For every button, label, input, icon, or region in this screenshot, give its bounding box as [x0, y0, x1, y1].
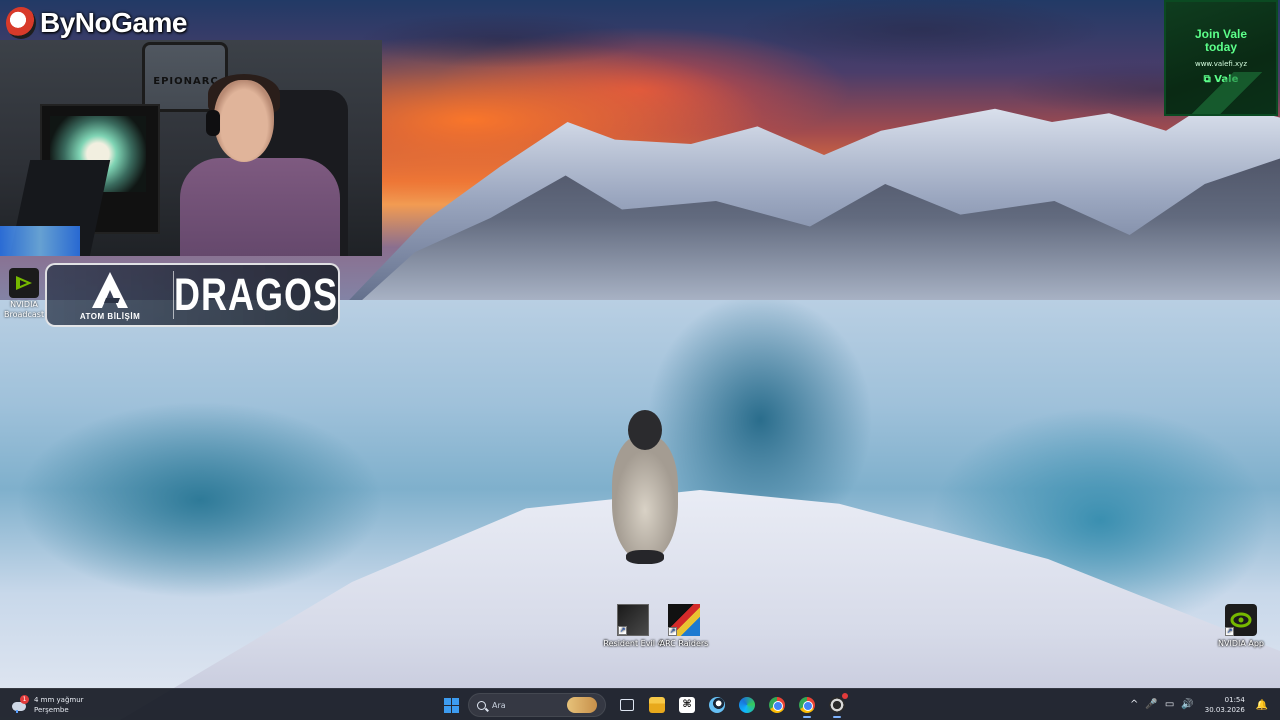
resident-evil-4-icon: ↗ [617, 604, 649, 636]
search-icon [477, 700, 486, 710]
vale-promo: Join Vale today www.valefi.xyz ⧉ Vale [1164, 0, 1278, 116]
nvidia-app-icon: ↗ [1225, 604, 1257, 636]
capcut-icon: ⌘ [679, 697, 695, 713]
chrome-icon [799, 697, 815, 713]
windows-start-icon [443, 697, 459, 713]
atom-bilisim-text: ATOM BİLİŞİM [79, 311, 141, 321]
obs-button[interactable] [824, 692, 850, 718]
channel-name: ByNoGame [40, 7, 187, 38]
vale-icon: ⧉ [1203, 74, 1211, 85]
notification-bell-icon[interactable]: 🔔 [1256, 700, 1268, 711]
rgb-light [0, 226, 80, 256]
chrome-button[interactable] [764, 692, 790, 718]
network-icon[interactable]: ▭ [1165, 699, 1174, 711]
atom-logo-icon [92, 271, 129, 308]
weather-day: Perşembe [34, 706, 69, 714]
promo-brand: ⧉ Vale [1166, 74, 1276, 85]
taskbar-apps: Ara ⌘ [438, 692, 850, 718]
desktop-icon-label: ARC Raiders [659, 639, 709, 648]
streamer-shirt [180, 158, 340, 256]
penguin [606, 410, 684, 566]
taskbar: 1 4 mm yağmur Perşembe Ara ⌘ ^ 🎤 ▭ 🔊 01:… [0, 688, 1280, 720]
arc-raiders-icon: ↗ [668, 604, 700, 636]
promo-title: Join Vale today [1166, 28, 1276, 54]
clock[interactable]: 01:54 30.03.2026 [1205, 695, 1245, 715]
rain-cloud-icon: 1 [12, 695, 29, 713]
weather-widget[interactable]: 1 4 mm yağmur Perşembe [12, 693, 84, 717]
obs-icon [829, 697, 845, 713]
weather-text: 4 mm yağmur Perşembe [34, 695, 84, 715]
atom-bilisim-logo: ATOM BİLİŞİM [47, 265, 173, 325]
headset [206, 110, 220, 136]
desktop-icon-arc-raiders[interactable]: ↗ ARC Raiders [652, 604, 716, 649]
notification-badge: 1 [20, 695, 29, 704]
start-button[interactable] [438, 692, 464, 718]
chevron-up-icon[interactable]: ^ [1130, 699, 1138, 711]
steam-button[interactable] [704, 692, 730, 718]
clock-date: 30.03.2026 [1204, 706, 1245, 714]
promo-title-line2: today [1204, 40, 1237, 54]
promo-brand-name: Vale [1214, 74, 1239, 85]
channel-logo-icon [6, 7, 36, 39]
desktop-icon-nvidia-app[interactable]: ↗ NVIDIA App [1209, 604, 1273, 649]
chrome-profile-button[interactable] [794, 692, 820, 718]
search-placeholder: Ara [492, 700, 506, 710]
nvidia-broadcast-label: NVIDIA Broadcast [4, 300, 45, 319]
dragos-logo-text: DRAGOS [173, 268, 338, 320]
nvidia-icon [9, 268, 39, 298]
clouds [300, 0, 1280, 140]
file-explorer-button[interactable] [644, 692, 670, 718]
task-view-button[interactable] [614, 692, 640, 718]
capcut-button[interactable]: ⌘ [674, 692, 700, 718]
edge-button[interactable] [734, 692, 760, 718]
folder-icon [649, 697, 665, 713]
channel-logo: ByNoGame [6, 4, 187, 42]
steam-icon [709, 697, 725, 713]
desktop-icon-label: NVIDIA App [1218, 639, 1264, 648]
clock-time: 01:54 [1224, 696, 1245, 704]
sponsor-banner: ATOM BİLİŞİM DRAGOS [45, 263, 340, 327]
chrome-icon [769, 697, 785, 713]
search-box[interactable]: Ara [468, 693, 606, 717]
promo-url: www.valefi.xyz [1194, 60, 1248, 68]
shortcut-arrow-icon: ↗ [618, 626, 627, 635]
streamer-face [214, 80, 274, 162]
task-view-icon [620, 699, 634, 711]
system-tray: ^ 🎤 ▭ 🔊 01:54 30.03.2026 🔔 [1130, 693, 1268, 717]
nvidia-broadcast-badge: NVIDIA Broadcast [4, 268, 44, 326]
microphone-icon[interactable]: 🎤 [1145, 699, 1157, 711]
shortcut-arrow-icon: ↗ [668, 627, 677, 636]
edge-icon [739, 697, 755, 713]
shortcut-arrow-icon: ↗ [1225, 627, 1234, 636]
weather-condition: 4 mm yağmur [34, 696, 84, 704]
search-highlight-icon [567, 697, 597, 713]
webcam-feed: EPIONARC [0, 40, 382, 256]
volume-icon[interactable]: 🔊 [1181, 699, 1193, 711]
recording-indicator [842, 693, 848, 699]
